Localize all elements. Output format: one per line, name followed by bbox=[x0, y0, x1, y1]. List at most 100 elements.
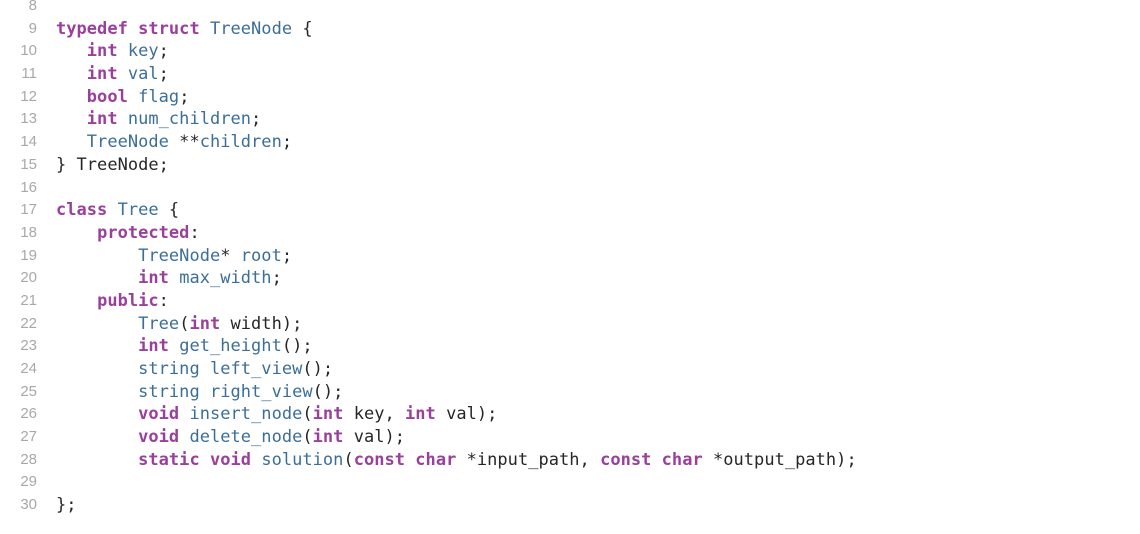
line-number: 21 bbox=[20, 291, 37, 309]
line-number: 29 bbox=[20, 473, 37, 491]
keyword-token: public bbox=[97, 290, 159, 311]
plain-token: (); bbox=[281, 336, 313, 357]
keyword-token: void bbox=[209, 449, 252, 470]
plain-token: ( bbox=[343, 449, 354, 470]
identifier-token: Tree bbox=[138, 313, 180, 334]
line-number: 24 bbox=[20, 360, 37, 377]
line-source: Tree(int width); bbox=[56, 313, 302, 336]
keyword-token: char bbox=[661, 449, 703, 470]
plain-token: (); bbox=[302, 359, 334, 379]
keyword-token: bool bbox=[86, 86, 128, 107]
plain-token: ** bbox=[168, 132, 200, 153]
type-token: TreeNode bbox=[138, 245, 221, 266]
line-source: int val; bbox=[56, 63, 169, 86]
line-number: 15 bbox=[20, 155, 37, 173]
line-source: void insert_node(int key, int val); bbox=[56, 403, 497, 426]
line-number: 17 bbox=[20, 201, 37, 219]
keyword-token: int bbox=[86, 109, 118, 130]
line-number: 11 bbox=[21, 65, 37, 83]
plain-token: ; bbox=[281, 132, 293, 153]
line-source: } TreeNode; bbox=[56, 154, 169, 177]
identifier-token: root bbox=[240, 245, 282, 266]
plain-token: ( bbox=[179, 313, 190, 334]
keyword-token: int bbox=[138, 336, 169, 357]
line-number: 18 bbox=[20, 223, 37, 241]
identifier-token: delete_node bbox=[189, 427, 303, 448]
line-source: public: bbox=[56, 290, 169, 313]
line-source: int num_children; bbox=[56, 108, 261, 131]
identifier-token: left_view bbox=[209, 359, 303, 379]
type-token: string bbox=[138, 359, 200, 379]
plain-token: { bbox=[292, 18, 313, 39]
keyword-token: int bbox=[86, 41, 118, 62]
line-source: bool flag; bbox=[56, 86, 190, 109]
identifier-token: children bbox=[199, 132, 282, 153]
line-source: int get_height(); bbox=[56, 335, 313, 358]
line-source: TreeNode **children; bbox=[56, 131, 292, 154]
plain-token: ; bbox=[281, 245, 293, 266]
line-number: 27 bbox=[20, 428, 37, 446]
plain-token: ; bbox=[158, 64, 169, 85]
plain-token: (); bbox=[312, 381, 344, 402]
plain-token: { bbox=[158, 200, 180, 221]
line-source: TreeNode* root; bbox=[56, 245, 292, 268]
line-number: 13 bbox=[20, 110, 37, 128]
keyword-token: int bbox=[189, 313, 221, 334]
plain-token: * bbox=[220, 245, 241, 266]
line-number: 19 bbox=[20, 246, 37, 264]
keyword-token: const bbox=[353, 449, 406, 470]
line-source: void delete_node(int val); bbox=[56, 426, 405, 449]
identifier-token: insert_node bbox=[189, 404, 303, 425]
identifier-token: key bbox=[127, 41, 159, 62]
plain-token: ; bbox=[179, 86, 190, 107]
plain-token: ( bbox=[302, 427, 313, 448]
type-token: Tree bbox=[117, 200, 159, 221]
line-number: 28 bbox=[20, 450, 37, 468]
line-number: 26 bbox=[20, 405, 37, 423]
identifier-token: max_width bbox=[179, 268, 272, 289]
keyword-token: int bbox=[138, 268, 169, 289]
keyword-token: int bbox=[86, 64, 118, 85]
line-source: typedef struct TreeNode { bbox=[56, 18, 313, 41]
code-editor[interactable]: 8 9 typedef struct TreeNode {10 int key; 11… bbox=[0, 0, 1140, 534]
line-number: 30 bbox=[20, 496, 37, 514]
keyword-token: void bbox=[138, 404, 180, 425]
keyword-token: struct bbox=[138, 18, 200, 39]
plain-token: width); bbox=[220, 313, 303, 334]
identifier-token: get_height bbox=[179, 336, 282, 357]
identifier-token: val bbox=[127, 64, 159, 85]
keyword-token: void bbox=[138, 427, 180, 448]
plain-token: key, bbox=[343, 404, 406, 425]
line-number: 20 bbox=[20, 269, 37, 287]
line-source: string right_view(); bbox=[56, 381, 343, 404]
line-number: 14 bbox=[20, 133, 37, 151]
type-token: string bbox=[138, 381, 200, 402]
keyword-token: class bbox=[56, 200, 108, 221]
line-source: int key; bbox=[56, 40, 169, 63]
